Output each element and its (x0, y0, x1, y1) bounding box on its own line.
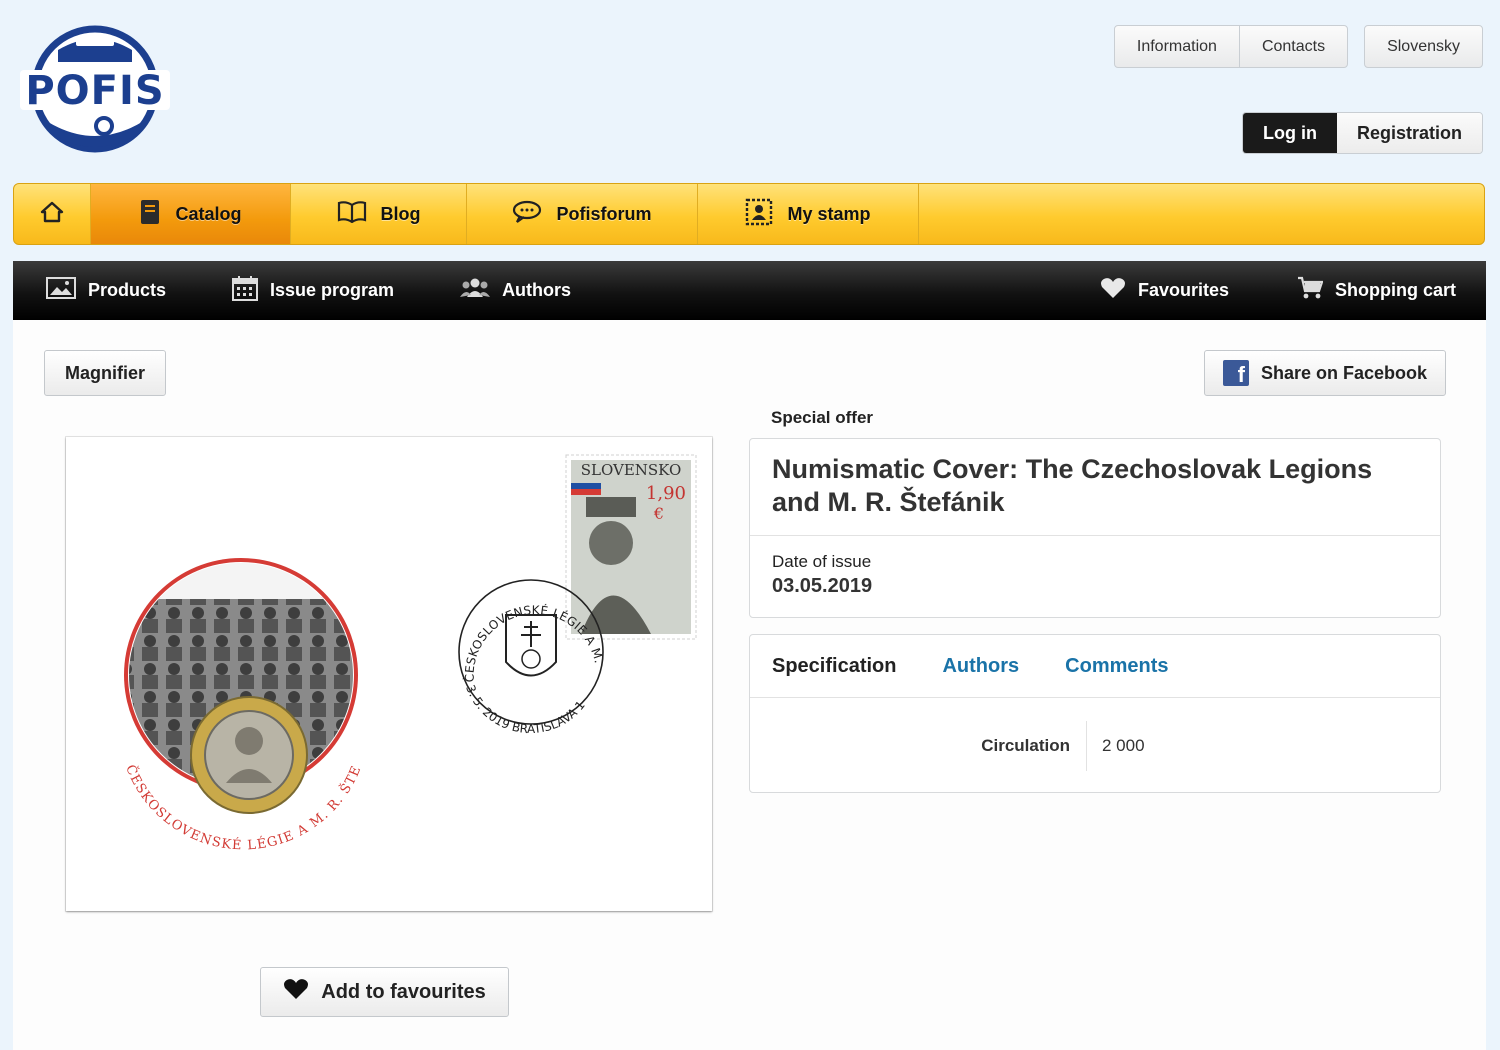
tab-specification[interactable]: Specification (772, 655, 896, 678)
tab-authors[interactable]: Authors (942, 655, 1019, 678)
nav-pofisforum[interactable]: Pofisforum (467, 184, 698, 244)
top-links: Information Contacts Slovensky (1113, 25, 1483, 68)
subnav-shopping-cart-label: Shopping cart (1335, 280, 1456, 300)
subnav-products[interactable]: Products (46, 277, 166, 304)
date-of-issue-value: 03.05.2019 (772, 575, 873, 597)
nav-catalog-label: Catalog (175, 203, 242, 224)
catalog-book-icon (139, 199, 161, 230)
sub-nav: Products Issue program Authors Favourite… (13, 261, 1486, 320)
stamp-country: SLOVENSKO (581, 461, 682, 479)
product-details-card: Specification Authors Comments Circulati… (749, 634, 1441, 793)
speech-bubble-icon (512, 200, 542, 229)
product-image[interactable]: ČESKOSLOVENSKÉ LÉGIE A M. R. ŠTEFÁNIK SL… (60, 425, 712, 911)
logo-text: POFIS (25, 68, 164, 114)
home-icon (40, 201, 64, 228)
nav-catalog[interactable]: Catalog (91, 184, 291, 244)
language-switch[interactable]: Slovensky (1365, 26, 1482, 67)
spec-key-circulation: Circulation (750, 720, 1087, 771)
info-contacts-group: Information Contacts (1113, 25, 1349, 68)
nav-pofisforum-label: Pofisforum (556, 203, 652, 224)
spec-value-circulation: 2 000 (1102, 735, 1145, 755)
calendar-icon (232, 275, 259, 306)
stamp-frame-icon (745, 198, 773, 231)
postmark-date: 3. 5. 2019 BRATISLAVA 1 (463, 683, 588, 736)
information-link[interactable]: Information (1115, 26, 1240, 67)
subnav-issue-program-label: Issue program (270, 280, 395, 300)
spec-row: Circulation 2 000 (750, 698, 1440, 793)
heart-icon (283, 978, 309, 1006)
nav-blog-label: Blog (380, 203, 421, 224)
date-of-issue-label: Date of issue (772, 552, 872, 571)
subnav-shopping-cart[interactable]: Shopping cart (1297, 276, 1456, 305)
add-to-favourites-label: Add to favourites (321, 980, 486, 1003)
subnav-authors-label: Authors (502, 280, 572, 300)
magnifier-button[interactable]: Magnifier (44, 350, 166, 396)
share-facebook-button[interactable]: f Share on Facebook (1204, 350, 1446, 396)
heart-icon (1100, 277, 1126, 304)
picture-icon (46, 277, 76, 304)
details-tabs: Specification Authors Comments (750, 635, 1440, 698)
contacts-link[interactable]: Contacts (1240, 26, 1347, 67)
auth-buttons: Log in Registration (1242, 112, 1483, 154)
postage-stamp: SLOVENSKO 1,90 € (565, 454, 697, 640)
people-icon (460, 277, 491, 304)
nav-mystamp[interactable]: My stamp (698, 184, 919, 244)
facebook-icon: f (1222, 360, 1249, 386)
tab-comments[interactable]: Comments (1065, 655, 1168, 678)
main-nav: Catalog Blog Pofisforum My stamp (13, 183, 1485, 245)
stamp-value: 1,90 (646, 483, 686, 504)
subnav-favourites-label: Favourites (1137, 280, 1229, 300)
stamp-currency: € (653, 504, 664, 523)
cart-icon (1297, 276, 1324, 305)
product-info-card: Numismatic Cover: The Czechoslovak Legio… (749, 438, 1441, 618)
nav-blog[interactable]: Blog (291, 184, 467, 244)
subnav-products-label: Products (88, 280, 167, 300)
open-book-icon (337, 200, 367, 228)
product-content: Magnifier f Share on Facebook ČESKOSLOVE… (13, 320, 1486, 1050)
add-to-favourites-button[interactable]: Add to favourites (260, 967, 509, 1017)
product-title: Numismatic Cover: The Czechoslovak Legio… (750, 439, 1440, 536)
numismatic-cover-illustration: ČESKOSLOVENSKÉ LÉGIE A M. R. ŠTEFÁNIK SL… (60, 425, 697, 853)
pofis-logo[interactable]: POFIS (18, 22, 172, 156)
registration-button[interactable]: Registration (1336, 113, 1482, 153)
subnav-favourites[interactable]: Favourites (1100, 277, 1229, 304)
login-button[interactable]: Log in (1243, 113, 1337, 153)
share-facebook-label: Share on Facebook (1260, 362, 1428, 383)
subnav-issue-program[interactable]: Issue program (232, 275, 394, 306)
nav-home[interactable] (14, 184, 91, 244)
special-offer-label: Special offer (771, 408, 874, 427)
subnav-authors[interactable]: Authors (460, 277, 571, 304)
nav-mystamp-label: My stamp (787, 203, 871, 224)
language-group: Slovensky (1364, 25, 1483, 68)
